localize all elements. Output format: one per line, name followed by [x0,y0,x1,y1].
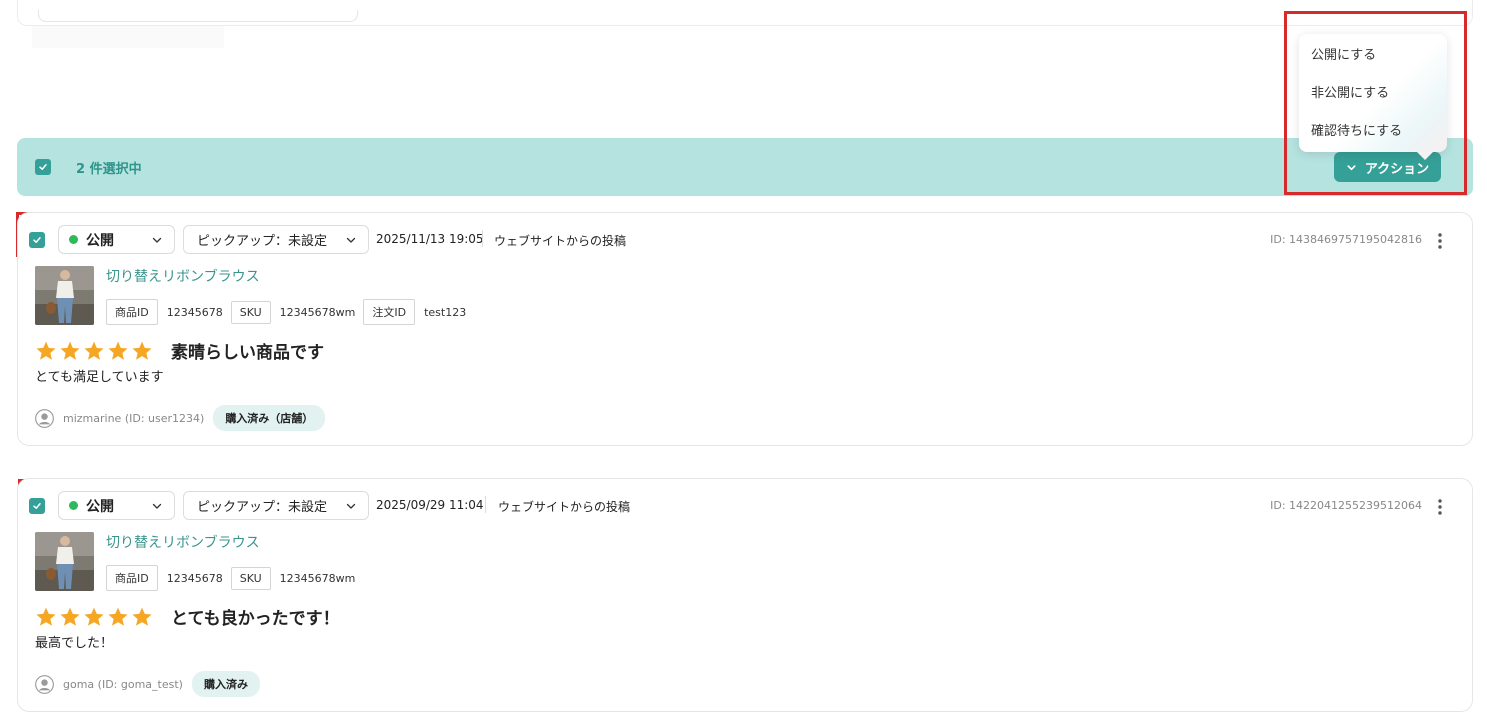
panel-shadow [32,26,224,48]
tag-value: test123 [424,305,467,319]
tag-label: 商品ID [106,299,158,325]
tag-label: SKU [230,566,271,590]
product-name-link[interactable]: 切り替えリボンブラウス [106,532,260,552]
star-icon [84,341,104,360]
more-options-icon[interactable] [1432,232,1448,250]
divider [482,230,483,247]
star-icon [84,607,104,626]
review-list-page: 2 件選択中 アクション 公開にする 非公開にする 確認待ちにする 公開 ピック… [0,0,1487,723]
reviewer-name: goma (ID: goma_test) [63,677,183,691]
divider [485,496,486,513]
tag-label: 商品ID [106,565,158,591]
pickup-select[interactable]: ピックアップ：未設定 [183,225,369,254]
product-thumbnail[interactable] [35,532,94,591]
filter-input-remnant[interactable] [38,10,358,22]
user-avatar-icon [35,408,54,428]
bulk-selection-bar: 2 件選択中 アクション [17,138,1473,196]
tag-label: SKU [230,300,271,324]
tag-value: 12345678 [166,305,223,319]
product-name-link[interactable]: 切り替えリボンブラウス [106,266,260,286]
rating-row: とても良かったです！ [35,604,340,629]
product-thumbnail[interactable] [35,266,94,325]
rating-row: 素晴らしい商品です [35,338,324,363]
reviewer-name: mizmarine (ID: user1234) [63,411,205,425]
status-select[interactable]: 公開 [58,491,175,520]
chevron-down-icon [152,503,162,509]
review-body: 最高でした！ [35,636,114,651]
tag-value: 12345678wm [279,305,356,319]
star-icon [108,341,128,360]
review-checkbox[interactable] [29,232,45,248]
star-icon [60,607,80,626]
purchase-badge: 購入済み [191,671,260,697]
review-body: とても満足しています [35,370,164,385]
selected-count: 2 件選択中 [76,162,142,177]
star-icon [36,607,56,626]
review-source: ウェブサイトからの投稿 [498,500,631,514]
more-options-icon[interactable] [1432,498,1448,516]
star-rating [35,606,153,628]
reviewer-row: goma (ID: goma_test) 購入済み [35,671,260,697]
pickup-value: ピックアップ：未設定 [197,234,328,249]
star-icon [108,607,128,626]
chevron-down-icon [152,237,162,243]
star-icon [132,341,152,360]
star-icon [132,607,152,626]
check-icon [39,164,47,170]
status-value: 公開 [86,232,114,249]
tag-value: 12345678 [166,571,223,585]
star-rating [35,340,153,362]
tag-label: 注文ID [363,299,416,325]
purchase-badge: 購入済み（店舗） [213,405,326,431]
pickup-select[interactable]: ピックアップ：未設定 [183,491,369,520]
star-icon [60,341,80,360]
review-id: ID: 1438469757195042816 [1270,233,1422,246]
product-tags: 商品ID 12345678 SKU 12345678wm [106,565,363,591]
filter-panel-remnant [17,0,1473,26]
pickup-value: ピックアップ：未設定 [197,500,328,515]
status-dot [69,501,78,510]
highlight-box-action-menu [1284,11,1467,195]
tag-value: 12345678wm [279,571,356,585]
status-dot [69,235,78,244]
review-card: 公開 ピックアップ：未設定 2025/09/29 11:04 ウェブサイトからの… [17,478,1473,712]
review-source: ウェブサイトからの投稿 [494,234,627,248]
review-title: 素晴らしい商品です [171,343,324,363]
select-all-checkbox[interactable] [35,159,51,175]
star-icon [36,341,56,360]
product-tags: 商品ID 12345678 SKU 12345678wm 注文ID test12… [106,299,474,325]
status-value: 公開 [86,498,114,515]
review-datetime: 2025/11/13 19:05 [376,232,484,246]
check-icon [33,237,41,243]
review-checkbox[interactable] [29,498,45,514]
check-icon [33,503,41,509]
chevron-down-icon [346,503,356,509]
user-avatar-icon [35,674,54,694]
review-datetime: 2025/09/29 11:04 [376,498,484,512]
review-card: 公開 ピックアップ：未設定 2025/11/13 19:05 ウェブサイトからの… [17,212,1473,446]
review-title: とても良かったです！ [171,609,340,629]
reviewer-row: mizmarine (ID: user1234) 購入済み（店舗） [35,405,326,431]
review-id: ID: 1422041255239512064 [1270,499,1422,512]
status-select[interactable]: 公開 [58,225,175,254]
chevron-down-icon [346,237,356,243]
